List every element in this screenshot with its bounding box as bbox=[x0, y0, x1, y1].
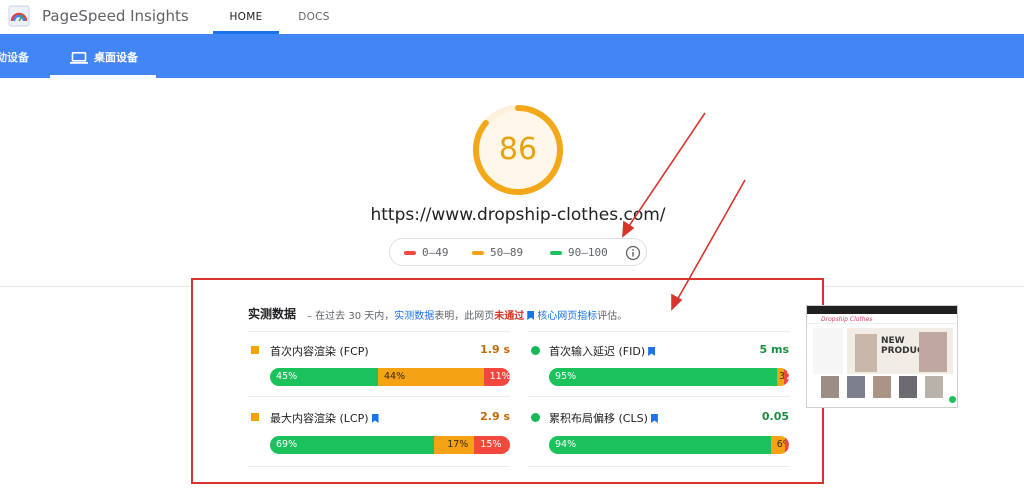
divider bbox=[528, 466, 790, 467]
tab-mobile-label: 动设备 bbox=[0, 51, 29, 64]
metric-cls-value: 0.05 bbox=[761, 410, 789, 423]
legend-poor-range: 0–49 bbox=[422, 246, 449, 259]
metric-lcp-label: 最大内容渲染 (LCP) bbox=[270, 412, 369, 425]
dist-average-pct: 44% bbox=[384, 371, 406, 382]
thumb-product-image bbox=[899, 376, 917, 398]
dist-good: 95% bbox=[549, 368, 777, 386]
dist-good-pct: 45% bbox=[276, 371, 298, 382]
good-indicator-icon bbox=[531, 413, 540, 422]
dist-poor-pct: 11% bbox=[489, 371, 510, 382]
thumb-hero-banner: NEW PRODUCTS bbox=[847, 328, 953, 374]
metric-fid-distribution: 95% 3% 2% bbox=[549, 368, 789, 386]
legend-good-range: 90–100 bbox=[568, 246, 608, 259]
score-legend: 0–49 50–89 90–100 bbox=[389, 238, 647, 266]
average-indicator-icon bbox=[251, 413, 259, 421]
dist-average-pct: 17% bbox=[447, 439, 469, 450]
top-nav: PageSpeed Insights HOME DOCS bbox=[0, 0, 1024, 34]
field-data-title: 实测数据 bbox=[248, 307, 297, 321]
legend-good: 90–100 bbox=[550, 239, 608, 267]
legend-good-bar bbox=[550, 251, 562, 255]
dist-good: 45% bbox=[270, 368, 378, 386]
dist-average: 17% bbox=[433, 436, 475, 454]
field-data-description: – 在过去 30 天内，实测数据表明，此网页未通过 核心网页指标评估。 bbox=[307, 307, 627, 322]
thumb-product-image bbox=[925, 376, 943, 398]
core-vitals-bookmark-icon bbox=[527, 311, 535, 320]
thumb-product-image bbox=[847, 376, 865, 398]
device-tab-bar: 动设备 桌面设备 bbox=[0, 34, 1024, 78]
dist-poor-pct: 15% bbox=[480, 439, 502, 450]
dist-poor: 11% bbox=[483, 368, 510, 386]
dist-average: 44% bbox=[378, 368, 484, 386]
metric-lcp-name: 最大内容渲染 (LCP) bbox=[270, 410, 382, 426]
thumb-model-image bbox=[855, 334, 877, 372]
tab-desktop-underline bbox=[50, 75, 156, 78]
brand-title[interactable]: PageSpeed Insights bbox=[42, 7, 189, 25]
good-indicator-icon bbox=[531, 346, 540, 355]
dist-good: 69% bbox=[270, 436, 434, 454]
field-data-link[interactable]: 实测数据 bbox=[394, 311, 434, 322]
dist-average: 6% bbox=[770, 436, 785, 454]
tab-docs-label: DOCS bbox=[298, 11, 330, 23]
thumb-site-logo: Dropship Clothes bbox=[821, 316, 873, 323]
thumb-sidebar bbox=[813, 328, 843, 374]
page-screenshot-thumbnail[interactable]: Dropship Clothes NEW PRODUCTS bbox=[806, 305, 958, 408]
fail-status: 未通过 bbox=[494, 311, 525, 322]
desc-prefix: – 在过去 30 天内， bbox=[307, 311, 395, 322]
tab-docs[interactable]: DOCS bbox=[288, 0, 340, 34]
core-vitals-bookmark-icon bbox=[371, 414, 379, 423]
metric-fcp-value: 1.9 s bbox=[480, 343, 510, 356]
metric-lcp-value: 2.9 s bbox=[480, 410, 510, 423]
metric-fid-label: 首次输入延迟 (FID) bbox=[549, 345, 646, 358]
pagespeed-logo-icon[interactable] bbox=[8, 5, 30, 27]
laptop-icon bbox=[70, 52, 88, 64]
metric-fcp-name: 首次内容渲染 (FCP) bbox=[270, 345, 369, 358]
legend-poor-bar bbox=[404, 251, 416, 255]
dist-good-pct: 69% bbox=[276, 439, 298, 450]
thumb-topbar bbox=[807, 306, 957, 314]
metric-cls-label: 累积布局偏移 (CLS) bbox=[549, 412, 648, 425]
desc-mid: 表明，此网页 bbox=[434, 311, 495, 322]
performance-score: 86 bbox=[498, 132, 538, 167]
divider bbox=[248, 331, 510, 332]
core-vitals-bookmark-icon bbox=[650, 414, 658, 423]
desc-suffix: 评估。 bbox=[597, 311, 628, 322]
dist-average: 3% bbox=[777, 368, 785, 386]
metric-fid-value: 5 ms bbox=[759, 343, 790, 356]
thumb-product-image bbox=[873, 376, 891, 398]
tab-mobile[interactable]: 动设备 bbox=[0, 34, 36, 78]
divider bbox=[248, 396, 510, 397]
legend-average-range: 50–89 bbox=[490, 246, 524, 259]
thumb-chat-badge bbox=[949, 396, 956, 403]
metric-fcp-distribution: 45% 44% 11% bbox=[270, 368, 510, 386]
metric-cls-distribution: 94% 6% 1% bbox=[549, 436, 789, 454]
tab-desktop[interactable]: 桌面设备 bbox=[50, 34, 156, 78]
divider bbox=[528, 331, 790, 332]
divider bbox=[528, 396, 790, 397]
thumb-model-image bbox=[919, 332, 947, 372]
info-icon[interactable] bbox=[625, 245, 641, 261]
dist-poor: 15% bbox=[474, 436, 510, 454]
core-vitals-bookmark-icon bbox=[648, 347, 656, 356]
tested-url: https://www.dropship-clothes.com/ bbox=[370, 205, 666, 225]
dist-average-pct: 6% bbox=[776, 439, 785, 450]
metric-fid-name: 首次输入延迟 (FID) bbox=[549, 343, 658, 359]
tab-home-label: HOME bbox=[229, 11, 263, 23]
dist-good: 94% bbox=[549, 436, 771, 454]
metric-cls-name: 累积布局偏移 (CLS) bbox=[549, 410, 661, 426]
divider bbox=[248, 466, 510, 467]
tab-home[interactable]: HOME bbox=[213, 0, 279, 34]
average-indicator-icon bbox=[251, 346, 259, 354]
legend-average: 50–89 bbox=[472, 239, 523, 267]
thumb-product-image bbox=[821, 376, 839, 398]
legend-poor: 0–49 bbox=[404, 239, 449, 267]
metric-lcp-distribution: 69% 17% 15% bbox=[270, 436, 510, 454]
legend-average-bar bbox=[472, 251, 484, 255]
core-web-vitals-link[interactable]: 核心网页指标 bbox=[537, 311, 597, 322]
dist-good-pct: 95% bbox=[555, 371, 577, 382]
dist-good-pct: 94% bbox=[555, 439, 577, 450]
